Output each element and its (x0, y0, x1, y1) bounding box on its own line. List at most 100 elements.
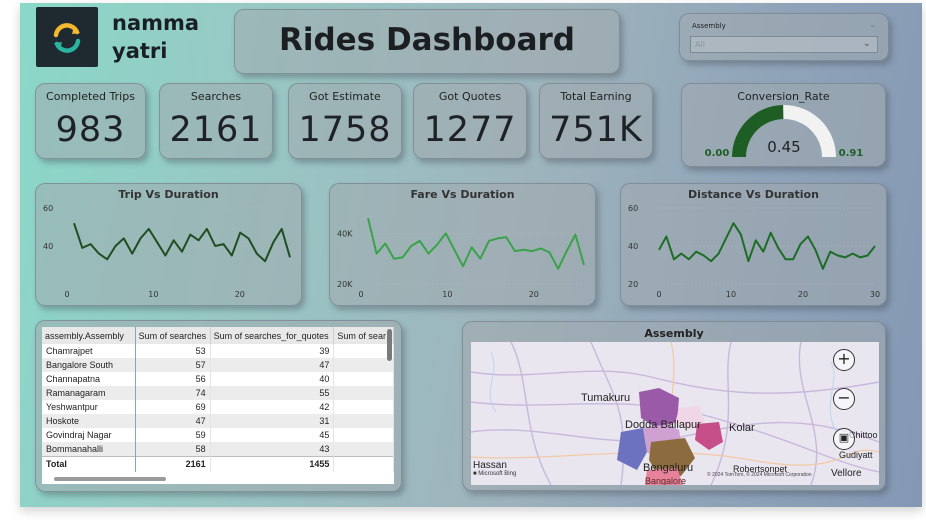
kpi-label: Total Earning (560, 90, 632, 103)
table-row[interactable]: Ramanagaram 74 55 (42, 386, 394, 400)
table-cell: 31 (210, 414, 335, 428)
table-cell: 69 (135, 400, 211, 414)
map-place-label: Kolar (729, 422, 755, 434)
column-header[interactable]: Sum of searches (135, 327, 211, 344)
assembly-map-card[interactable]: Assembly Tumakuru Dodda Ballapur Kolar B… (462, 321, 886, 491)
map-place-label: Tumakuru (581, 392, 631, 404)
table-cell: Govindraj Nagar (42, 428, 136, 442)
assembly-slicer[interactable]: Assembly ⌄ All ⌄ (679, 13, 889, 61)
kpi-card-searches[interactable]: Searches 2161 (159, 83, 273, 159)
x-tick-label: 10 (726, 290, 736, 299)
table-row[interactable]: Chamrajpet 53 39 (42, 344, 394, 358)
lasso-select-icon[interactable]: ▣ (833, 428, 855, 450)
x-tick-label: 20 (529, 290, 539, 299)
table-cell: 47 (210, 358, 335, 372)
slicer-dropdown[interactable]: All ⌄ (690, 36, 878, 53)
map-place-label: Vellore (831, 468, 862, 479)
horizontal-scrollbar[interactable] (54, 477, 166, 481)
kpi-label: Got Estimate (309, 90, 381, 103)
bing-label: Microsoft Bing (478, 471, 517, 477)
kpi-card-got-quotes[interactable]: Got Quotes 1277 (413, 83, 527, 159)
x-tick-label: 20 (235, 290, 245, 299)
table-cell (333, 414, 394, 428)
map-place-label: Gudiyatt (839, 450, 873, 460)
table-total-row: Total 2161 1455 (42, 455, 394, 472)
table-cell: 42 (210, 400, 335, 414)
y-tick-label: 60 (43, 204, 53, 213)
map-place-label: Bengaluru (643, 462, 694, 474)
plus-icon[interactable]: + (833, 349, 855, 371)
x-tick-label: 10 (148, 290, 158, 299)
y-tick-label: 20 (628, 280, 638, 289)
table-cell: 43 (210, 442, 335, 456)
assembly-table[interactable]: assembly.Assembly Sum of searches Sum of… (42, 327, 394, 484)
line-chart-card[interactable]: Distance Vs Duration 60 40 20 0 10 20 30 (620, 183, 887, 306)
series-line (73, 222, 291, 263)
column-header[interactable]: Sum of sear (333, 327, 394, 344)
table-cell (333, 428, 394, 442)
table-row[interactable]: Yeshwantpur 69 42 (42, 400, 394, 414)
y-tick-label: 40 (43, 242, 53, 251)
slicer-label: Assembly (692, 22, 726, 30)
kpi-value: 1758 (298, 110, 392, 150)
table-cell (333, 344, 394, 358)
line-chart-card[interactable]: Fare Vs Duration 40K 20K 0 10 20 (329, 183, 596, 306)
table-cell: 45 (210, 428, 335, 442)
dashboard-canvas: namma yatri Rides Dashboard Assembly ⌄ A… (20, 3, 922, 507)
x-tick-label: 30 (870, 290, 880, 299)
table-cell: Bangalore South (42, 358, 136, 372)
table-cell: 57 (135, 358, 211, 372)
map-title: Assembly (644, 327, 704, 340)
x-tick-label: 0 (656, 290, 661, 299)
table-row[interactable]: Hoskote 47 31 (42, 414, 394, 428)
slicer-value: All (695, 40, 705, 49)
minus-icon[interactable]: − (833, 388, 855, 410)
trip-vs-duration-chart: 60 40 0 10 20 (43, 204, 291, 299)
gauge-max-label: 0.91 (839, 148, 864, 159)
table-row[interactable]: Bangalore South 57 47 (42, 358, 394, 372)
conversion-rate-gauge-card[interactable]: Conversion_Rate 0.45 0.00 0.91 (681, 83, 886, 167)
x-tick-label: 0 (64, 290, 69, 299)
table-cell: Chamrajpet (42, 344, 136, 358)
table-cell: Yeshwantpur (42, 400, 136, 414)
kpi-value: 751K (549, 110, 643, 150)
kpi-value: 2161 (169, 110, 263, 150)
line-chart-card[interactable]: Trip Vs Duration 60 40 0 10 20 (35, 183, 302, 306)
y-tick-label: 60 (628, 204, 638, 213)
kpi-card-completed-trips[interactable]: Completed Trips 983 (35, 83, 146, 159)
namma-yatri-logo (36, 7, 98, 67)
chevron-down-icon: ⌄ (862, 38, 871, 49)
table-row[interactable]: Channapatna 56 40 (42, 372, 394, 386)
vertical-scrollbar[interactable] (387, 329, 392, 361)
brand-name: namma yatri (112, 9, 199, 65)
table-cell: Hoskote (42, 414, 136, 428)
column-header[interactable]: Sum of searches_for_quotes (210, 327, 335, 344)
assembly-table-card[interactable]: assembly.Assembly Sum of searches Sum of… (35, 320, 402, 492)
table-cell: 74 (135, 386, 211, 400)
kpi-card-total-earning[interactable]: Total Earning 751K (539, 83, 653, 159)
table-header-row: assembly.Assembly Sum of searches Sum of… (42, 327, 394, 344)
kpi-label: Searches (190, 90, 242, 103)
table-cell: 56 (135, 372, 211, 386)
assembly-map[interactable]: Tumakuru Dodda Ballapur Kolar Bengaluru … (471, 342, 879, 485)
x-tick-label: 10 (442, 290, 452, 299)
table-cell (333, 400, 394, 414)
map-place-label: Hassan (473, 460, 507, 471)
table-total-cell: Total (42, 455, 136, 472)
kpi-value: 983 (55, 110, 126, 150)
table-cell: 53 (135, 344, 211, 358)
distance-vs-duration-chart: 60 40 20 0 10 20 30 (628, 204, 880, 299)
kpi-card-got-estimate[interactable]: Got Estimate 1758 (288, 83, 402, 159)
table-row[interactable]: Govindraj Nagar 59 45 (42, 428, 394, 442)
gauge-value: 0.45 (767, 138, 800, 156)
table-cell: 47 (135, 414, 211, 428)
table-row[interactable]: Bommanahalli 58 43 (42, 442, 394, 456)
x-tick-label: 0 (358, 290, 363, 299)
collapse-chevron-icon[interactable]: ⌄ (869, 20, 876, 29)
refresh-arrows-icon (53, 23, 81, 53)
kpi-label: Completed Trips (46, 90, 135, 103)
column-header[interactable]: assembly.Assembly (42, 327, 136, 344)
table-total-cell: 1455 (210, 455, 335, 472)
map-place-label: Bangalore (645, 476, 687, 485)
map-place-label: Dodda Ballapur (625, 419, 701, 431)
